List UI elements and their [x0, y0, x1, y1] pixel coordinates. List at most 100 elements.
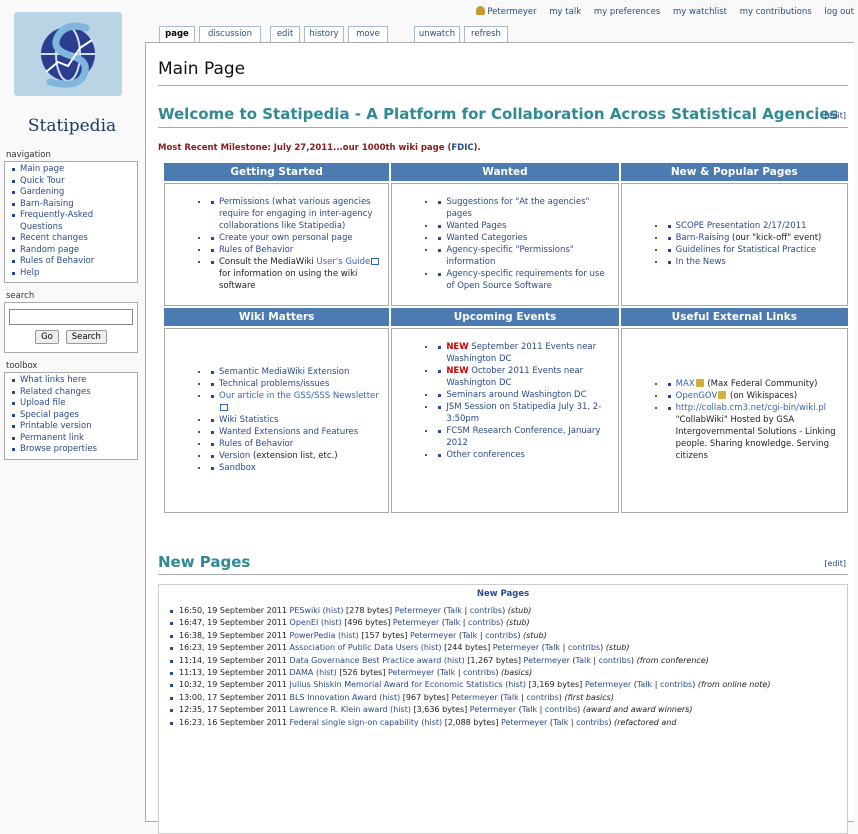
welcome-edit-link[interactable]: [edit] [824, 111, 846, 120]
my-contributions-link[interactable]: my contributions [740, 7, 812, 17]
entry-contribs-link[interactable]: contribs [576, 718, 608, 727]
sandbox-link[interactable]: Sandbox [209, 462, 384, 474]
tab-unwatch[interactable]: unwatch [414, 26, 460, 42]
technical-problems-link[interactable]: Technical problems/issues [209, 378, 384, 390]
entry-user-link[interactable]: Petermeyer [585, 680, 631, 689]
entry-page-link[interactable]: PESwiki [290, 606, 321, 615]
entry-contribs-link[interactable]: contribs [660, 680, 692, 689]
other-conferences-link[interactable]: Other conferences [436, 449, 613, 461]
entry-hist-link[interactable]: (hist) [421, 643, 442, 652]
agency-oss-link[interactable]: Agency-specific requirements for use of … [436, 268, 613, 292]
semantic-mediawiki-link[interactable]: Semantic MediaWiki Extension [209, 366, 384, 378]
entry-user-link[interactable]: Petermeyer [524, 656, 570, 665]
entry-hist-link[interactable]: (hist) [444, 656, 465, 665]
entry-user-link[interactable]: Petermeyer [393, 618, 439, 627]
sidebar-item-random-page[interactable]: Random page [11, 245, 133, 257]
entry-user-link[interactable]: Petermeyer [410, 631, 456, 640]
wanted-extensions-link[interactable]: Wanted Extensions and Features [209, 426, 384, 438]
tab-history[interactable]: history [304, 26, 344, 42]
entry-page-link[interactable]: PowerPedia [290, 631, 336, 640]
entry-talk-link[interactable]: Talk [503, 693, 518, 702]
entry-hist-link[interactable]: (hist) [390, 705, 411, 714]
entry-hist-link[interactable]: (hist) [316, 668, 337, 677]
sidebar-item-barn-raising[interactable]: Barn-Raising [11, 199, 133, 211]
scope-presentation-link[interactable]: SCOPE Presentation 2/17/2011 [666, 220, 843, 232]
wanted-categories-link[interactable]: Wanted Categories [436, 232, 613, 244]
opengov-link[interactable]: OpenGOV [676, 391, 718, 401]
version-link[interactable]: Version [219, 451, 250, 461]
entry-page-link[interactable]: Data Governance Best Practice award [290, 656, 442, 665]
jsm-session-link[interactable]: JSM Session on Statipedia July 31, 2-3:5… [436, 401, 613, 425]
my-preferences-link[interactable]: my preferences [594, 7, 660, 17]
new-pages-box-title[interactable]: New Pages [159, 589, 847, 599]
entry-hist-link[interactable]: (hist) [321, 618, 342, 627]
entry-talk-link[interactable]: Talk [447, 606, 462, 615]
new-pages-edit-link[interactable]: [edit] [824, 559, 846, 568]
entry-page-link[interactable]: DAMA [290, 668, 314, 677]
entry-user-link[interactable]: Petermeyer [451, 693, 497, 702]
barn-raising-link[interactable]: Barn-Raising [676, 233, 730, 243]
entry-page-link[interactable]: BLS Innovation Award [290, 693, 377, 702]
search-input[interactable] [9, 309, 133, 325]
entry-contribs-link[interactable]: contribs [468, 618, 500, 627]
entry-talk-link[interactable]: Talk [522, 705, 537, 714]
toolbox-permanent-link[interactable]: Permanent link [11, 433, 133, 445]
guidelines-link[interactable]: Guidelines for Statistical Practice [666, 244, 843, 256]
entry-user-link[interactable]: Petermeyer [388, 668, 434, 677]
entry-user-link[interactable]: Petermeyer [501, 718, 547, 727]
seminars-link[interactable]: Seminars around Washington DC [436, 389, 613, 401]
wiki-statistics-link[interactable]: Wiki Statistics [209, 414, 384, 426]
go-button[interactable]: Go [35, 330, 59, 344]
entry-hist-link[interactable]: (hist) [379, 693, 400, 702]
toolbox-special-pages[interactable]: Special pages [11, 410, 133, 422]
entry-page-link[interactable]: Julius Shiskin Memorial Award for Econom… [290, 680, 503, 689]
toolbox-related-changes[interactable]: Related changes [11, 387, 133, 399]
user-link[interactable]: Petermeyer [487, 7, 536, 17]
entry-talk-link[interactable]: Talk [553, 718, 568, 727]
entry-talk-link[interactable]: Talk [545, 643, 560, 652]
sidebar-item-main-page[interactable]: Main page [11, 164, 133, 176]
entry-user-link[interactable]: Petermeyer [395, 606, 441, 615]
fdic-link[interactable]: FDIC [451, 143, 473, 153]
newsletter-article-link[interactable]: Our article in the GSS/SSS Newsletter [209, 390, 384, 414]
entry-contribs-link[interactable]: contribs [568, 643, 600, 652]
sidebar-item-recent-changes[interactable]: Recent changes [11, 233, 133, 245]
entry-hist-link[interactable]: (hist) [323, 606, 344, 615]
sidebar-item-help[interactable]: Help [11, 268, 133, 280]
tab-move[interactable]: move [348, 26, 388, 42]
wanted-pages-link[interactable]: Wanted Pages [436, 220, 613, 232]
entry-contribs-link[interactable]: contribs [545, 705, 577, 714]
tab-edit[interactable]: edit [270, 26, 300, 42]
entry-page-link[interactable]: Lawrence R. Klein award [290, 705, 388, 714]
rules-of-behavior-link[interactable]: Rules of Behavior [209, 244, 384, 256]
users-guide-link[interactable]: User's Guide [316, 257, 370, 267]
sidebar-item-faq[interactable]: Frequently-Asked Questions [11, 210, 133, 233]
toolbox-what-links-here[interactable]: What links here [11, 375, 133, 387]
permissions-link[interactable]: Permissions (what various agencies requi… [209, 196, 384, 232]
entry-page-link[interactable]: OpenEI [290, 618, 319, 627]
collabwiki-link[interactable]: http://collab.cm3.net/cgi-bin/wiki.pl [676, 403, 826, 413]
site-logo[interactable]: Statipedia [8, 10, 128, 138]
tab-page[interactable]: page [159, 26, 195, 42]
search-button[interactable]: Search [65, 330, 107, 344]
october-events-link[interactable]: NEW October 2011 Events near Washington … [436, 365, 613, 389]
entry-contribs-link[interactable]: contribs [599, 656, 631, 665]
entry-contribs-link[interactable]: contribs [485, 631, 517, 640]
entry-page-link[interactable]: Federal single sign-on capability [290, 718, 419, 727]
agency-permissions-link[interactable]: Agency-specific "Permissions" informatio… [436, 244, 613, 268]
fcsm-conference-link[interactable]: FCSM Research Conference, January 2012 [436, 425, 613, 449]
my-talk-link[interactable]: my talk [549, 7, 581, 17]
entry-hist-link[interactable]: (hist) [338, 631, 359, 640]
create-personal-page-link[interactable]: Create your own personal page [209, 232, 384, 244]
tab-discussion[interactable]: discussion [199, 26, 261, 42]
rules-of-behavior-link-2[interactable]: Rules of Behavior [209, 438, 384, 450]
in-the-news-link[interactable]: In the News [666, 256, 843, 268]
entry-user-link[interactable]: Petermeyer [470, 705, 516, 714]
entry-talk-link[interactable]: Talk [637, 680, 652, 689]
suggestions-link[interactable]: Suggestions for "At the agencies" pages [436, 196, 613, 220]
entry-talk-link[interactable]: Talk [440, 668, 455, 677]
entry-contribs-link[interactable]: contribs [463, 668, 495, 677]
max-link[interactable]: MAX [676, 379, 695, 389]
sidebar-item-gardening[interactable]: Gardening [11, 187, 133, 199]
entry-hist-link[interactable]: (hist) [505, 680, 526, 689]
